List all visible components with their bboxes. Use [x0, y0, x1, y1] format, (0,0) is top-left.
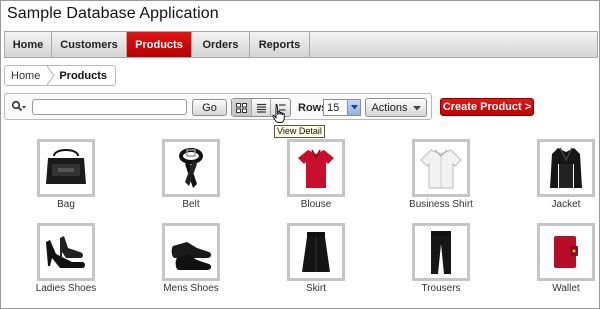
tab-reports[interactable]: Reports — [250, 32, 310, 57]
tab-home[interactable]: Home — [5, 32, 52, 57]
caret-down-icon — [412, 102, 421, 114]
product-name: Mens Shoes — [163, 283, 219, 294]
app-window: Sample Database Application Home Custome… — [0, 0, 600, 309]
app-title: Sample Database Application — [7, 5, 219, 22]
breadcrumb-products: Products — [59, 69, 108, 82]
view-detail-tooltip: View Detail — [274, 125, 325, 138]
tab-products[interactable]: Products — [127, 32, 192, 57]
actions-button[interactable]: Actions — [365, 98, 427, 117]
business-shirt-thumbnail[interactable] — [412, 139, 470, 197]
blouse-thumbnail[interactable] — [287, 139, 345, 197]
skirt-thumbnail[interactable] — [287, 223, 345, 281]
product-name: Wallet — [552, 283, 580, 294]
product-name: Belt — [182, 199, 200, 210]
product-name: Ladies Shoes — [35, 283, 97, 294]
go-button[interactable]: Go — [192, 99, 227, 116]
product-name: Blouse — [300, 199, 332, 210]
wallet-thumbnail[interactable] — [537, 223, 595, 281]
chevron-down-icon[interactable] — [347, 100, 360, 115]
belt-thumbnail[interactable] — [162, 139, 220, 197]
hand-cursor-icon — [272, 106, 286, 124]
tab-customers[interactable]: Customers — [52, 32, 127, 57]
product-name: Bag — [57, 199, 75, 210]
bag-thumbnail[interactable] — [37, 139, 95, 197]
search-input[interactable] — [32, 99, 187, 115]
product-name: Business Shirt — [409, 199, 473, 210]
breadcrumb: Home Products — [4, 65, 117, 86]
product-name: Trousers — [421, 283, 461, 294]
ladies-shoes-thumbnail[interactable] — [37, 223, 95, 281]
rows-select-value: 15 — [327, 101, 340, 114]
product-name: Skirt — [306, 283, 326, 294]
jacket-thumbnail[interactable] — [537, 139, 595, 197]
rows-select[interactable]: 15 — [323, 99, 361, 116]
icon-view-icon[interactable] — [232, 99, 252, 116]
mens-shoes-thumbnail[interactable] — [162, 223, 220, 281]
main-nav: Home Customers Products Orders Reports — [4, 31, 598, 58]
search-icon[interactable] — [11, 100, 27, 114]
create-product-button[interactable]: Create Product > — [440, 98, 534, 116]
trousers-thumbnail[interactable] — [412, 223, 470, 281]
report-toolbar: Go Rows 15 Actions — [4, 93, 432, 120]
product-name: Jacket — [551, 199, 581, 210]
tab-orders[interactable]: Orders — [192, 32, 250, 57]
breadcrumb-separator-icon — [47, 66, 55, 85]
breadcrumb-home[interactable]: Home — [5, 66, 47, 85]
report-view-icon[interactable] — [252, 99, 272, 116]
actions-button-label: Actions — [371, 101, 408, 114]
